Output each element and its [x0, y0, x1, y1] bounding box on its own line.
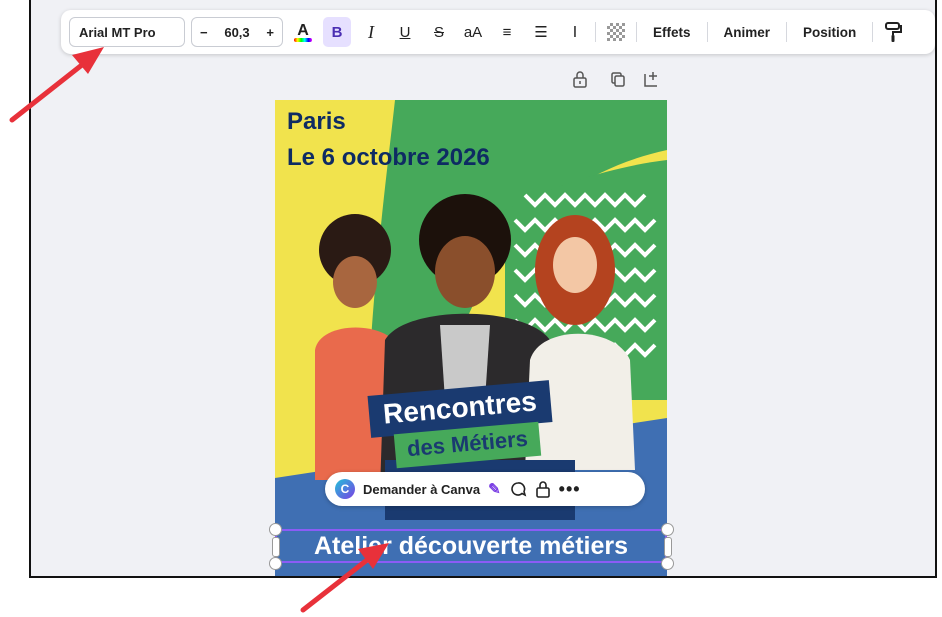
- annotation-arrows: [9, 47, 389, 613]
